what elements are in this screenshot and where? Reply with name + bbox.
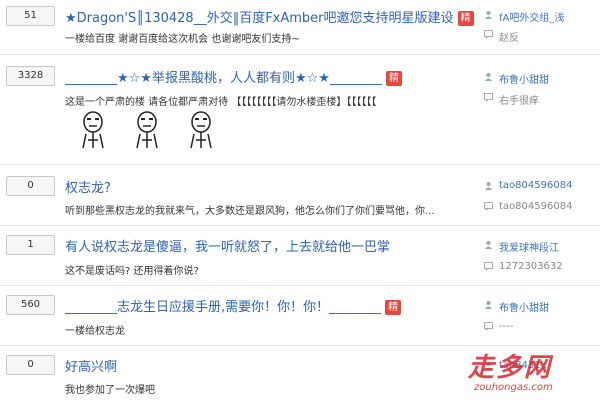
thread-author[interactable]: 布鲁小甜甜 [499, 71, 600, 86]
thread-title[interactable]: ________★☆★举报黑酸桃，人人都有则★☆★________ 精 [65, 67, 475, 86]
last-reply-icon [484, 93, 493, 102]
thread-title-text[interactable]: ________志龙生日应援手册,需要你！你！你！________ [65, 300, 381, 315]
thread-summary: 这不是废话吗? 还用得着你说? [65, 266, 199, 277]
thread-summary: 我也参加了一次爆吧 [65, 385, 155, 396]
featured-badge: 精 [385, 300, 402, 315]
thread-title-text[interactable]: 有人说权志龙是傻逼，我一听就怒了，上去就给他一巴掌 [65, 240, 390, 255]
meme-face-image [136, 111, 158, 149]
row-divider [0, 164, 600, 165]
thread-author[interactable]: tao804596084 [499, 180, 600, 191]
meme-face-image [82, 111, 104, 149]
reply-count: 0 [6, 176, 55, 196]
thread-author[interactable]: fA吧外交组_浅 [499, 9, 600, 24]
reply-count: 1 [6, 235, 55, 255]
last-reply-icon [484, 202, 493, 211]
author-icon [485, 182, 492, 190]
thread-title-text[interactable]: ________★☆★举报黑酸桃，人人都有则★☆★________ [65, 71, 382, 86]
watermark-brand: 走多网 [468, 353, 553, 383]
author-icon [485, 301, 492, 309]
watermark-url: zouhongas.com [474, 382, 553, 393]
thread-title-text[interactable]: 权志龙? [65, 181, 111, 196]
reply-count: 560 [6, 295, 55, 315]
last-replier[interactable]: ---- [499, 321, 600, 332]
author-icon [485, 241, 492, 249]
thread-title-text[interactable]: ★Dragon'S║130428__外交‖百度FxAmber吧邀您支持明星版建设 [65, 11, 454, 26]
featured-badge: 精 [457, 11, 474, 26]
thread-summary: 这是一个严肃的楼 请各位都严肃对待 【【【【【【【【请勿水楼歪楼】【【【【【【 [65, 97, 377, 108]
thread-title[interactable]: 好高兴啊 [65, 356, 465, 375]
last-replier[interactable]: 右手很痒 [499, 92, 600, 107]
last-replier[interactable]: tao804596084 [499, 201, 600, 212]
thread-title-text[interactable]: 好高兴啊 [65, 360, 117, 375]
thread-title[interactable]: ★Dragon'S║130428__外交‖百度FxAmber吧邀您支持明星版建设… [65, 7, 475, 26]
last-reply-icon [484, 30, 493, 39]
row-divider [0, 345, 600, 346]
featured-badge: 精 [385, 71, 402, 86]
row-divider [0, 54, 600, 55]
meme-face-image [190, 111, 212, 149]
thread-summary: 一楼给权志龙 [65, 326, 125, 337]
author-icon [485, 11, 492, 19]
row-divider [0, 285, 600, 286]
thread-summary: 听到那些黑权志龙的我就来气，大多数还是跟风狗，他怎么你们了你们要骂他，你... [65, 206, 435, 217]
author-icon [485, 73, 492, 81]
last-replier[interactable]: 1272303632 [499, 261, 600, 272]
thread-title[interactable]: 权志龙? [65, 177, 475, 196]
row-divider [0, 225, 600, 226]
thread-author[interactable]: 我爱球神段江 [499, 239, 600, 254]
watermark: 走多网 zouhongas.com [468, 354, 553, 393]
reply-count: 3328 [6, 66, 55, 86]
reply-count: 51 [6, 6, 55, 26]
thread-title[interactable]: 有人说权志龙是傻逼，我一听就怒了，上去就给他一巴掌 [65, 236, 475, 255]
thread-summary: 一楼给百度 谢谢百度给这次机会 也谢谢吧友们支持~ [65, 34, 300, 45]
last-reply-icon [484, 262, 493, 271]
reply-count: 0 [6, 355, 55, 375]
thread-title[interactable]: ________志龙生日应援手册,需要你！你！你！________ 精 [65, 296, 475, 315]
thread-author[interactable]: 布鲁小甜甜 [499, 299, 600, 314]
last-replier[interactable]: 赵反 [499, 29, 600, 44]
last-reply-icon [484, 322, 493, 331]
